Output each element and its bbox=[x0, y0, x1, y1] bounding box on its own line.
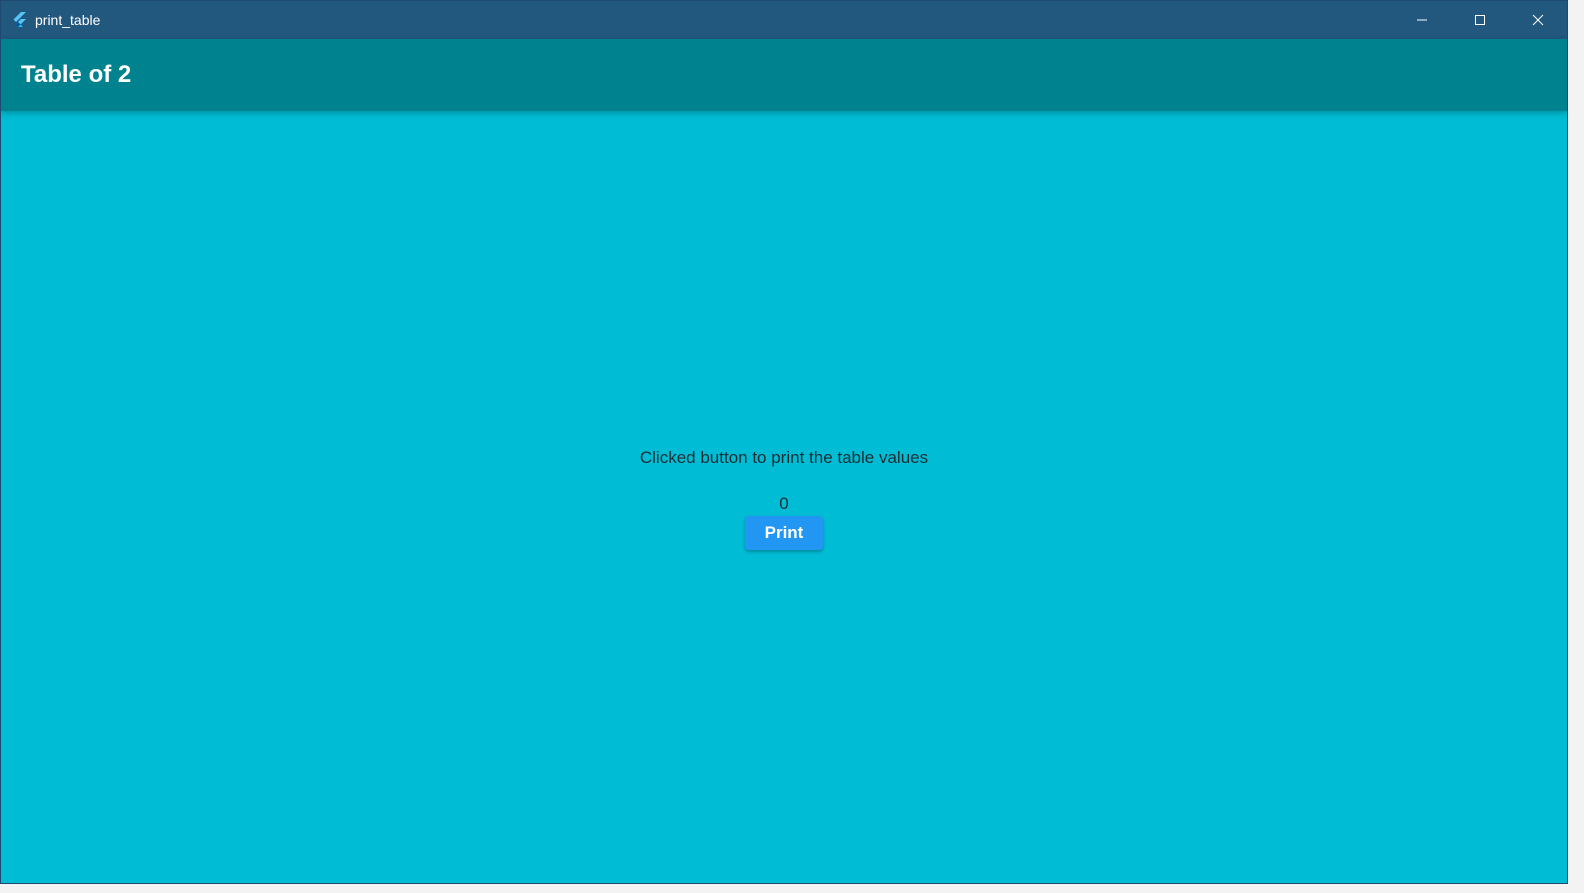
instruction-text: Clicked button to print the table values bbox=[639, 448, 929, 467]
close-icon bbox=[1532, 14, 1544, 26]
close-button[interactable] bbox=[1509, 1, 1567, 39]
minimize-icon bbox=[1416, 14, 1428, 26]
page-title: Table of 2 bbox=[21, 61, 132, 88]
maximize-button[interactable] bbox=[1451, 1, 1509, 39]
app-window: print_table Table of 2 Clicked button to… bbox=[0, 0, 1568, 884]
minimize-button[interactable] bbox=[1393, 1, 1451, 39]
window-title: print_table bbox=[35, 12, 101, 28]
counter-value: 0 bbox=[779, 494, 789, 513]
flutter-logo-icon bbox=[11, 11, 29, 29]
app-bar: Table of 2 bbox=[1, 39, 1567, 111]
window-titlebar[interactable]: print_table bbox=[1, 1, 1567, 39]
print-button[interactable]: Print bbox=[745, 516, 823, 550]
window-controls bbox=[1393, 1, 1567, 39]
main-content: Clicked button to print the table values… bbox=[1, 111, 1567, 883]
maximize-icon bbox=[1474, 14, 1486, 26]
